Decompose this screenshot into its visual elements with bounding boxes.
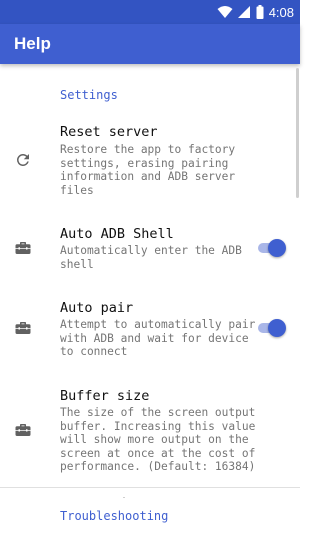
toolbox-icon bbox=[15, 424, 31, 436]
switch-thumb bbox=[268, 319, 286, 337]
divider-dot bbox=[123, 497, 125, 498]
section-divider bbox=[0, 487, 300, 488]
status-icons: 4:08 bbox=[217, 3, 294, 21]
reset-server-preference[interactable]: Reset server Restore the app to factory … bbox=[0, 118, 292, 198]
status-bar: 4:08 bbox=[0, 0, 300, 24]
troubleshooting-category-header: Troubleshooting bbox=[60, 509, 169, 523]
cell-signal-icon bbox=[237, 6, 250, 18]
buffer-size-title: Buffer size bbox=[60, 388, 150, 404]
auto-adb-shell-preference[interactable]: Auto ADB Shell Automatically enter the A… bbox=[0, 222, 292, 274]
toolbox-icon bbox=[15, 242, 31, 254]
battery-icon bbox=[256, 5, 264, 19]
status-time: 4:08 bbox=[268, 4, 294, 20]
refresh-icon bbox=[16, 153, 29, 166]
auto-pair-title: Auto pair bbox=[60, 300, 134, 316]
scrollbar[interactable] bbox=[296, 68, 299, 198]
auto-pair-preference[interactable]: Auto pair Attempt to automatically pair … bbox=[0, 296, 292, 364]
auto-pair-summary: Attempt to automatically pair with ADB a… bbox=[60, 318, 256, 358]
page-title: Help bbox=[14, 34, 51, 53]
wifi-icon bbox=[217, 6, 233, 18]
reset-server-summary: Restore the app to factory settings, era… bbox=[60, 143, 236, 197]
auto-adb-shell-switch[interactable] bbox=[256, 239, 286, 257]
buffer-size-preference[interactable]: Buffer size The size of the screen outpu… bbox=[0, 384, 292, 479]
auto-adb-shell-title: Auto ADB Shell bbox=[60, 226, 174, 242]
toolbox-icon bbox=[15, 322, 31, 334]
buffer-size-summary: The size of the screen output buffer. In… bbox=[60, 406, 256, 473]
auto-pair-switch[interactable] bbox=[256, 319, 286, 337]
switch-thumb bbox=[268, 239, 286, 257]
settings-category-header: Settings bbox=[60, 88, 118, 102]
reset-server-title: Reset server bbox=[60, 124, 158, 140]
auto-adb-shell-summary: Automatically enter the ADB shell bbox=[60, 244, 242, 271]
app-bar: Help bbox=[0, 24, 300, 64]
